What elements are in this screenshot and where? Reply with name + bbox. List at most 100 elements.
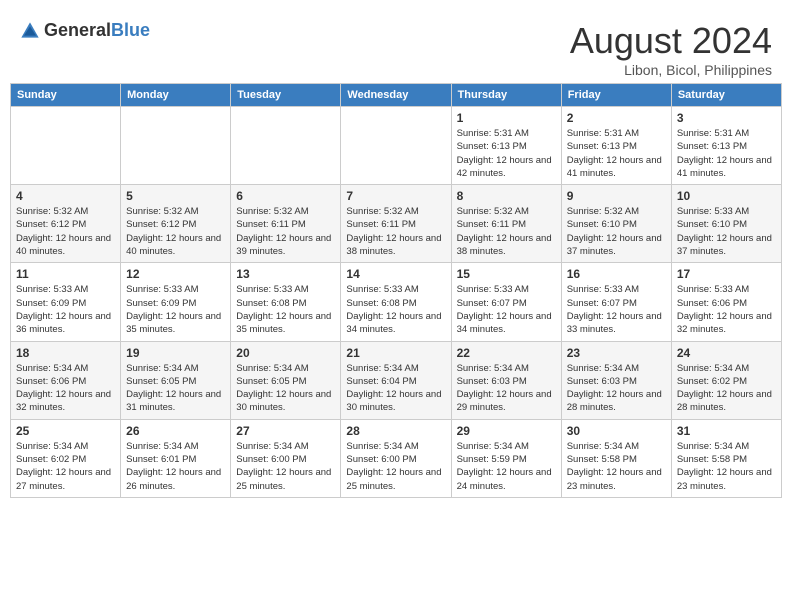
day-number: 25 [16,424,115,438]
calendar-cell: 6 Sunrise: 5:32 AM Sunset: 6:11 PM Daylig… [231,185,341,263]
calendar-cell: 2Sunrise: 5:31 AM Sunset: 6:13 PM Daylig… [561,107,671,185]
day-info: Sunrise: 5:33 AM Sunset: 6:07 PM Dayligh… [457,283,556,336]
day-number: 17 [677,267,776,281]
day-number: 30 [567,424,666,438]
day-number: 31 [677,424,776,438]
weekday-header: Thursday [451,84,561,107]
day-number: 1 [457,111,556,125]
calendar-cell: 11Sunrise: 5:33 AM Sunset: 6:09 PM Dayli… [11,263,121,341]
calendar-cell: 26Sunrise: 5:34 AM Sunset: 6:01 PM Dayli… [121,419,231,497]
logo-icon [20,21,40,41]
calendar-week-row: 18 Sunrise: 5:34 AM Sunset: 6:06 PM Dayli… [11,341,782,419]
calendar-cell: 17 Sunrise: 5:33 AM Sunset: 6:06 PM Dayli… [671,263,781,341]
day-number: 9 [567,189,666,203]
day-info: Sunrise: 5:34 AM Sunset: 6:03 PM Dayligh… [567,362,666,415]
day-number: 26 [126,424,225,438]
location-subtitle: Libon, Bicol, Philippines [570,62,772,78]
calendar-cell: 16 Sunrise: 5:33 AM Sunset: 6:07 PM Dayli… [561,263,671,341]
day-number: 24 [677,346,776,360]
calendar-cell: 23Sunrise: 5:34 AM Sunset: 6:03 PM Dayli… [561,341,671,419]
calendar-cell: 19 Sunrise: 5:34 AM Sunset: 6:05 PM Dayli… [121,341,231,419]
day-number: 13 [236,267,335,281]
calendar-cell [11,107,121,185]
calendar-cell: 12 Sunrise: 5:33 AM Sunset: 6:09 PM Dayli… [121,263,231,341]
day-info: Sunrise: 5:34 AM Sunset: 6:00 PM Dayligh… [346,440,445,493]
day-info: Sunrise: 5:33 AM Sunset: 6:06 PM Dayligh… [677,283,776,336]
day-number: 7 [346,189,445,203]
calendar-cell: 20 Sunrise: 5:34 AM Sunset: 6:05 PM Dayli… [231,341,341,419]
day-number: 5 [126,189,225,203]
day-number: 3 [677,111,776,125]
calendar-cell: 8 Sunrise: 5:32 AM Sunset: 6:11 PM Daylig… [451,185,561,263]
day-number: 16 [567,267,666,281]
calendar-cell: 9 Sunrise: 5:32 AM Sunset: 6:10 PM Daylig… [561,185,671,263]
calendar-cell: 28 Sunrise: 5:34 AM Sunset: 6:00 PM Dayli… [341,419,451,497]
calendar-cell: 7 Sunrise: 5:32 AM Sunset: 6:11 PM Daylig… [341,185,451,263]
calendar-cell: 22Sunrise: 5:34 AM Sunset: 6:03 PM Dayli… [451,341,561,419]
day-number: 29 [457,424,556,438]
day-number: 6 [236,189,335,203]
day-info: Sunrise: 5:32 AM Sunset: 6:10 PM Dayligh… [567,205,666,258]
calendar-cell: 4 Sunrise: 5:32 AM Sunset: 6:12 PM Daylig… [11,185,121,263]
calendar-cell: 30Sunrise: 5:34 AM Sunset: 5:58 PM Dayli… [561,419,671,497]
weekday-header: Wednesday [341,84,451,107]
day-number: 28 [346,424,445,438]
day-info: Sunrise: 5:32 AM Sunset: 6:11 PM Dayligh… [236,205,335,258]
calendar-cell [121,107,231,185]
day-info: Sunrise: 5:31 AM Sunset: 6:13 PM Dayligh… [677,127,776,180]
weekday-header: Tuesday [231,84,341,107]
calendar-cell: 5 Sunrise: 5:32 AM Sunset: 6:12 PM Daylig… [121,185,231,263]
day-info: Sunrise: 5:33 AM Sunset: 6:07 PM Dayligh… [567,283,666,336]
calendar-cell: 21Sunrise: 5:34 AM Sunset: 6:04 PM Dayli… [341,341,451,419]
calendar-cell: 10 Sunrise: 5:33 AM Sunset: 6:10 PM Dayli… [671,185,781,263]
day-info: Sunrise: 5:31 AM Sunset: 6:13 PM Dayligh… [457,127,556,180]
calendar-cell: 14 Sunrise: 5:33 AM Sunset: 6:08 PM Dayli… [341,263,451,341]
calendar-cell [231,107,341,185]
day-info: Sunrise: 5:34 AM Sunset: 6:06 PM Dayligh… [16,362,115,415]
day-info: Sunrise: 5:33 AM Sunset: 6:08 PM Dayligh… [236,283,335,336]
day-info: Sunrise: 5:33 AM Sunset: 6:08 PM Dayligh… [346,283,445,336]
day-number: 27 [236,424,335,438]
day-info: Sunrise: 5:32 AM Sunset: 6:11 PM Dayligh… [457,205,556,258]
calendar-week-row: 1 Sunrise: 5:31 AM Sunset: 6:13 PM Daylig… [11,107,782,185]
day-info: Sunrise: 5:32 AM Sunset: 6:12 PM Dayligh… [16,205,115,258]
day-number: 21 [346,346,445,360]
day-info: Sunrise: 5:34 AM Sunset: 6:00 PM Dayligh… [236,440,335,493]
day-number: 20 [236,346,335,360]
calendar-cell: 31 Sunrise: 5:34 AM Sunset: 5:58 PM Dayli… [671,419,781,497]
calendar-cell [341,107,451,185]
day-info: Sunrise: 5:33 AM Sunset: 6:09 PM Dayligh… [126,283,225,336]
day-info: Sunrise: 5:33 AM Sunset: 6:10 PM Dayligh… [677,205,776,258]
page-header: GeneralBlue August 2024 Libon, Bicol, Ph… [10,10,782,83]
calendar-cell: 27 Sunrise: 5:34 AM Sunset: 6:00 PM Dayli… [231,419,341,497]
calendar-week-row: 25 Sunrise: 5:34 AM Sunset: 6:02 PM Dayli… [11,419,782,497]
day-number: 4 [16,189,115,203]
day-info: Sunrise: 5:32 AM Sunset: 6:12 PM Dayligh… [126,205,225,258]
day-info: Sunrise: 5:34 AM Sunset: 5:58 PM Dayligh… [677,440,776,493]
day-number: 19 [126,346,225,360]
calendar-cell: 24 Sunrise: 5:34 AM Sunset: 6:02 PM Dayli… [671,341,781,419]
day-info: Sunrise: 5:31 AM Sunset: 6:13 PM Dayligh… [567,127,666,180]
day-number: 8 [457,189,556,203]
day-info: Sunrise: 5:33 AM Sunset: 6:09 PM Dayligh… [16,283,115,336]
day-number: 14 [346,267,445,281]
day-info: Sunrise: 5:34 AM Sunset: 6:02 PM Dayligh… [16,440,115,493]
day-number: 18 [16,346,115,360]
calendar-cell: 25 Sunrise: 5:34 AM Sunset: 6:02 PM Dayli… [11,419,121,497]
calendar-table: SundayMondayTuesdayWednesdayThursdayFrid… [10,83,782,498]
calendar-cell: 13 Sunrise: 5:33 AM Sunset: 6:08 PM Dayli… [231,263,341,341]
day-info: Sunrise: 5:32 AM Sunset: 6:11 PM Dayligh… [346,205,445,258]
day-info: Sunrise: 5:34 AM Sunset: 6:05 PM Dayligh… [126,362,225,415]
day-info: Sunrise: 5:34 AM Sunset: 6:02 PM Dayligh… [677,362,776,415]
calendar-cell: 18 Sunrise: 5:34 AM Sunset: 6:06 PM Dayli… [11,341,121,419]
calendar-week-row: 4 Sunrise: 5:32 AM Sunset: 6:12 PM Daylig… [11,185,782,263]
weekday-header: Friday [561,84,671,107]
day-info: Sunrise: 5:34 AM Sunset: 6:05 PM Dayligh… [236,362,335,415]
logo-general-text: General [44,20,111,40]
day-number: 10 [677,189,776,203]
day-number: 12 [126,267,225,281]
day-number: 15 [457,267,556,281]
calendar-cell: 29Sunrise: 5:34 AM Sunset: 5:59 PM Dayli… [451,419,561,497]
calendar-cell: 15 Sunrise: 5:33 AM Sunset: 6:07 PM Dayli… [451,263,561,341]
weekday-header-row: SundayMondayTuesdayWednesdayThursdayFrid… [11,84,782,107]
